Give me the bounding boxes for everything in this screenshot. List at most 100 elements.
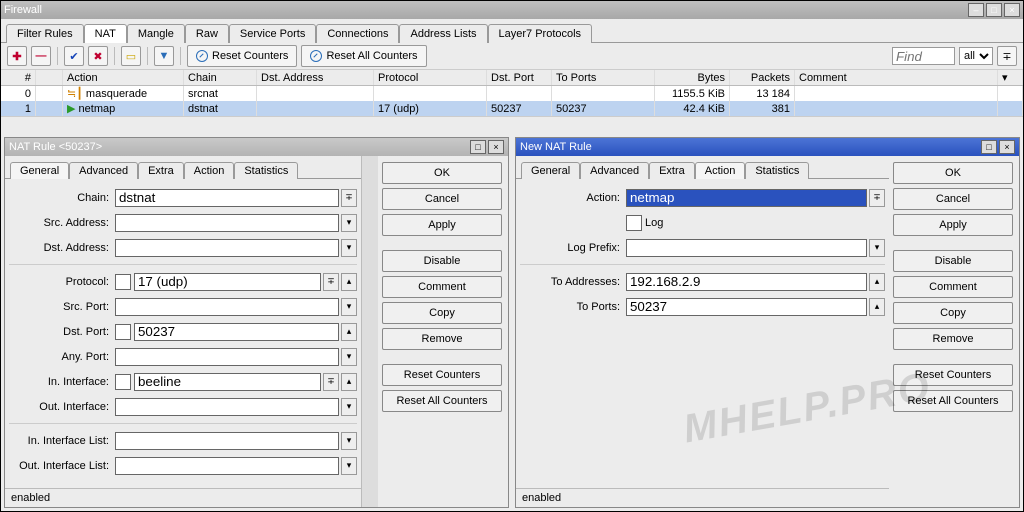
reset-counters-button[interactable]: Reset Counters bbox=[187, 45, 297, 67]
chevron-down-icon[interactable]: ▾ bbox=[341, 457, 357, 475]
reset-counters-button[interactable]: Reset Counters bbox=[382, 364, 502, 386]
dropdown-icon[interactable]: ∓ bbox=[869, 189, 885, 207]
col-toports[interactable]: To Ports bbox=[552, 70, 655, 85]
tab-advanced[interactable]: Advanced bbox=[69, 162, 138, 179]
chain-field[interactable] bbox=[115, 189, 339, 207]
minimize-icon[interactable]: – bbox=[968, 3, 984, 17]
tab-action[interactable]: Action bbox=[695, 162, 746, 179]
protocol-field[interactable] bbox=[134, 273, 321, 291]
reset-all-counters-button[interactable]: Reset All Counters bbox=[301, 45, 426, 67]
invert-checkbox[interactable] bbox=[115, 374, 131, 390]
col-action[interactable]: Action bbox=[63, 70, 184, 85]
col-num[interactable]: # bbox=[1, 70, 36, 85]
tab-statistics[interactable]: Statistics bbox=[234, 162, 298, 179]
tab-extra[interactable]: Extra bbox=[138, 162, 184, 179]
disable-button[interactable]: Disable bbox=[893, 250, 1013, 272]
tab-statistics[interactable]: Statistics bbox=[745, 162, 809, 179]
maximize-icon[interactable]: □ bbox=[986, 3, 1002, 17]
filter-icon[interactable]: ▼ bbox=[154, 46, 174, 66]
table-row[interactable]: 1 ▶ netmap dstnat 17 (udp) 50237 50237 4… bbox=[1, 101, 1023, 116]
col-flag[interactable] bbox=[36, 70, 63, 85]
dropdown-icon[interactable]: ∓ bbox=[997, 46, 1017, 66]
ok-button[interactable]: OK bbox=[382, 162, 502, 184]
reset-counters-button[interactable]: Reset Counters bbox=[893, 364, 1013, 386]
col-dst[interactable]: Dst. Address bbox=[257, 70, 374, 85]
col-chain[interactable]: Chain bbox=[184, 70, 257, 85]
tab-general[interactable]: General bbox=[521, 162, 580, 179]
chevron-up-icon[interactable]: ▴ bbox=[341, 273, 357, 291]
out-if-list-field[interactable] bbox=[115, 457, 339, 475]
in-interface-field[interactable] bbox=[134, 373, 321, 391]
close-icon[interactable]: × bbox=[1004, 3, 1020, 17]
apply-button[interactable]: Apply bbox=[893, 214, 1013, 236]
chevron-up-icon[interactable]: ▴ bbox=[341, 373, 357, 391]
dst-address-field[interactable] bbox=[115, 239, 339, 257]
tab-mangle[interactable]: Mangle bbox=[127, 24, 185, 43]
ok-button[interactable]: OK bbox=[893, 162, 1013, 184]
close-icon[interactable]: × bbox=[999, 140, 1015, 154]
find-input[interactable] bbox=[892, 47, 955, 65]
col-bytes[interactable]: Bytes bbox=[655, 70, 730, 85]
dropdown-icon[interactable]: ∓ bbox=[323, 373, 339, 391]
copy-button[interactable]: Copy bbox=[382, 302, 502, 324]
chevron-down-icon[interactable]: ▾ bbox=[341, 432, 357, 450]
invert-checkbox[interactable] bbox=[115, 324, 131, 340]
comment-button[interactable]: Comment bbox=[893, 276, 1013, 298]
to-addresses-field[interactable] bbox=[626, 273, 867, 291]
src-port-field[interactable] bbox=[115, 298, 339, 316]
reset-all-counters-button[interactable]: Reset All Counters bbox=[893, 390, 1013, 412]
to-ports-field[interactable] bbox=[626, 298, 867, 316]
chevron-up-icon[interactable]: ▴ bbox=[341, 323, 357, 341]
chevron-up-icon[interactable]: ▴ bbox=[869, 298, 885, 316]
dropdown-icon[interactable]: ∓ bbox=[323, 273, 339, 291]
tab-action[interactable]: Action bbox=[184, 162, 235, 179]
tab-raw[interactable]: Raw bbox=[185, 24, 229, 43]
col-tail[interactable]: ▾ bbox=[998, 70, 1023, 85]
tab-service-ports[interactable]: Service Ports bbox=[229, 24, 316, 43]
comment-button[interactable]: Comment bbox=[382, 276, 502, 298]
invert-checkbox[interactable] bbox=[115, 274, 131, 290]
disable-icon[interactable]: ✖ bbox=[88, 46, 108, 66]
out-interface-field[interactable] bbox=[115, 398, 339, 416]
remove-button[interactable]: Remove bbox=[893, 328, 1013, 350]
col-comment[interactable]: Comment bbox=[795, 70, 998, 85]
tab-filter-rules[interactable]: Filter Rules bbox=[6, 24, 84, 43]
tab-general[interactable]: General bbox=[10, 162, 69, 179]
restore-icon[interactable]: □ bbox=[981, 140, 997, 154]
col-proto[interactable]: Protocol bbox=[374, 70, 487, 85]
tab-layer7[interactable]: Layer7 Protocols bbox=[488, 24, 593, 43]
copy-button[interactable]: Copy bbox=[893, 302, 1013, 324]
chevron-down-icon[interactable]: ▾ bbox=[341, 214, 357, 232]
chevron-up-icon[interactable]: ▴ bbox=[869, 273, 885, 291]
close-icon[interactable]: × bbox=[488, 140, 504, 154]
any-port-field[interactable] bbox=[115, 348, 339, 366]
tab-advanced[interactable]: Advanced bbox=[580, 162, 649, 179]
col-dport[interactable]: Dst. Port bbox=[487, 70, 552, 85]
tab-address-lists[interactable]: Address Lists bbox=[399, 24, 487, 43]
chevron-down-icon[interactable]: ▾ bbox=[341, 398, 357, 416]
cancel-button[interactable]: Cancel bbox=[893, 188, 1013, 210]
log-prefix-field[interactable] bbox=[626, 239, 867, 257]
cancel-button[interactable]: Cancel bbox=[382, 188, 502, 210]
dropdown-icon[interactable]: ∓ bbox=[341, 189, 357, 207]
enable-icon[interactable]: ✔ bbox=[64, 46, 84, 66]
in-if-list-field[interactable] bbox=[115, 432, 339, 450]
filter-select[interactable]: all bbox=[959, 47, 993, 65]
table-row[interactable]: 0 ≒┃ masquerade srcnat 1155.5 KiB 13 184 bbox=[1, 86, 1023, 101]
tab-connections[interactable]: Connections bbox=[316, 24, 399, 43]
add-icon[interactable]: ✚ bbox=[7, 46, 27, 66]
restore-icon[interactable]: □ bbox=[470, 140, 486, 154]
chevron-down-icon[interactable]: ▾ bbox=[341, 239, 357, 257]
disable-button[interactable]: Disable bbox=[382, 250, 502, 272]
chevron-down-icon[interactable]: ▾ bbox=[869, 239, 885, 257]
reset-all-counters-button[interactable]: Reset All Counters bbox=[382, 390, 502, 412]
remove-icon[interactable]: — bbox=[31, 46, 51, 66]
dst-port-field[interactable] bbox=[134, 323, 339, 341]
chevron-down-icon[interactable]: ▾ bbox=[341, 298, 357, 316]
action-field[interactable] bbox=[626, 189, 867, 207]
src-address-field[interactable] bbox=[115, 214, 339, 232]
tab-extra[interactable]: Extra bbox=[649, 162, 695, 179]
scrollbar[interactable] bbox=[361, 156, 378, 507]
chevron-down-icon[interactable]: ▾ bbox=[341, 348, 357, 366]
tab-nat[interactable]: NAT bbox=[84, 24, 127, 43]
